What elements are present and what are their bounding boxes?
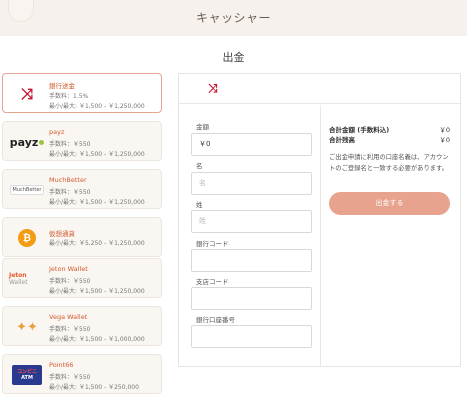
method-crypto[interactable]: ₿ 仮想通貨 最小/最大: ￥5,250 - ￥1,250,000 <box>2 217 162 257</box>
method-range: 最小/最大: ￥1,500 - ￥1,000,000 <box>49 336 145 343</box>
account-number-label: 銀行口座番号 <box>196 316 235 324</box>
method-point66[interactable]: コンビニ ATM Point66 手数料：￥550 最小/最大: ￥1,500 -… <box>2 354 162 394</box>
balance-row: 合計残高 ￥0 <box>329 134 450 144</box>
total-value: ￥0 <box>439 126 450 134</box>
total-row: 合計金額 (手数料込) ￥0 <box>329 124 450 134</box>
method-vega-wallet[interactable]: ✦✦ Vega Wallet 手数料：￥550 最小/最大: ￥1,500 - … <box>2 306 162 346</box>
method-range: 最小/最大: ￥1,500 - ￥1,250,000 <box>49 288 145 295</box>
balance-value: ￥0 <box>439 136 450 144</box>
panel-header: ⤨ <box>179 74 460 104</box>
family-name-label: 姓 <box>196 201 203 209</box>
branch-code-input[interactable] <box>191 287 312 310</box>
method-fee: 手数料：￥550 <box>49 278 91 285</box>
account-name-note: ご出金申請に利用の口座名義は、アカウントのご登録名と一致する必要があります。 <box>329 154 449 172</box>
payz-logo: payz <box>9 130 45 154</box>
method-fee: 手数料：1.5% <box>49 93 89 100</box>
method-name: Jeton Wallet <box>49 265 88 273</box>
balance-label: 合計残高 <box>329 136 355 144</box>
bank-code-input[interactable] <box>191 249 312 272</box>
method-name: Vega Wallet <box>49 313 88 321</box>
method-name: MuchBetter <box>49 176 87 184</box>
method-name: payz <box>49 128 65 136</box>
jeton-logo: Jeton Wallet <box>9 272 28 286</box>
method-name: 仮想通貨 <box>49 230 75 238</box>
family-name-input[interactable]: 姓 <box>191 210 312 233</box>
branch-code-label: 支店コード <box>196 278 229 286</box>
method-fee: 手数料：￥550 <box>49 141 91 148</box>
method-range: 最小/最大: ￥5,250 - ￥1,250,000 <box>49 240 145 247</box>
panel-divider <box>320 105 321 367</box>
amount-input[interactable]: ￥0 <box>191 133 312 156</box>
method-muchbetter[interactable]: MuchBetter MuchBetter 手数料：￥550 最小/最大: ￥1… <box>2 169 162 209</box>
point66-logo: コンビニ ATM <box>9 363 45 387</box>
method-range: 最小/最大: ￥1,500 - ￥1,250,000 <box>49 103 145 110</box>
top-bar: キャッシャー <box>0 0 467 36</box>
method-range: 最小/最大: ￥1,500 - ￥250,000 <box>49 384 139 391</box>
method-payz[interactable]: payz payz 手数料：￥550 最小/最大: ￥1,500 - ￥1,25… <box>2 121 162 161</box>
total-label: 合計金額 (手数料込) <box>329 126 390 134</box>
method-fee: 手数料：￥550 <box>49 374 91 381</box>
shuffle-icon: ⤨ <box>208 81 218 95</box>
method-range: 最小/最大: ￥1,500 - ￥1,250,000 <box>49 199 145 206</box>
method-fee: 手数料：￥550 <box>49 189 91 196</box>
bitcoin-icon: ₿ <box>9 226 45 250</box>
given-name-input[interactable]: 名 <box>191 172 312 195</box>
method-fee: 手数料：￥550 <box>49 326 91 333</box>
method-name: 銀行送金 <box>49 82 75 90</box>
bank-code-label: 銀行コード <box>196 240 229 248</box>
method-range: 最小/最大: ￥1,500 - ￥1,250,000 <box>49 151 145 158</box>
given-name-label: 名 <box>196 162 203 170</box>
amount-label: 金額 <box>196 123 209 131</box>
method-name: Point66 <box>49 361 74 369</box>
account-number-input[interactable] <box>191 325 312 348</box>
shuffle-icon: ⤨ <box>20 85 33 103</box>
section-title: 出金 <box>222 51 245 64</box>
page-title: キャッシャー <box>195 11 271 25</box>
withdraw-button[interactable]: 出金する <box>329 192 450 215</box>
vega-logo: ✦✦ <box>16 319 38 335</box>
muchbetter-logo: MuchBetter <box>9 178 45 202</box>
method-bank-transfer[interactable]: ⤨ 銀行送金 手数料：1.5% 最小/最大: ￥1,500 - ￥1,250,0… <box>2 73 162 113</box>
method-jeton-wallet[interactable]: Jeton Wallet Jeton Wallet 手数料：￥550 最小/最大… <box>2 258 162 298</box>
